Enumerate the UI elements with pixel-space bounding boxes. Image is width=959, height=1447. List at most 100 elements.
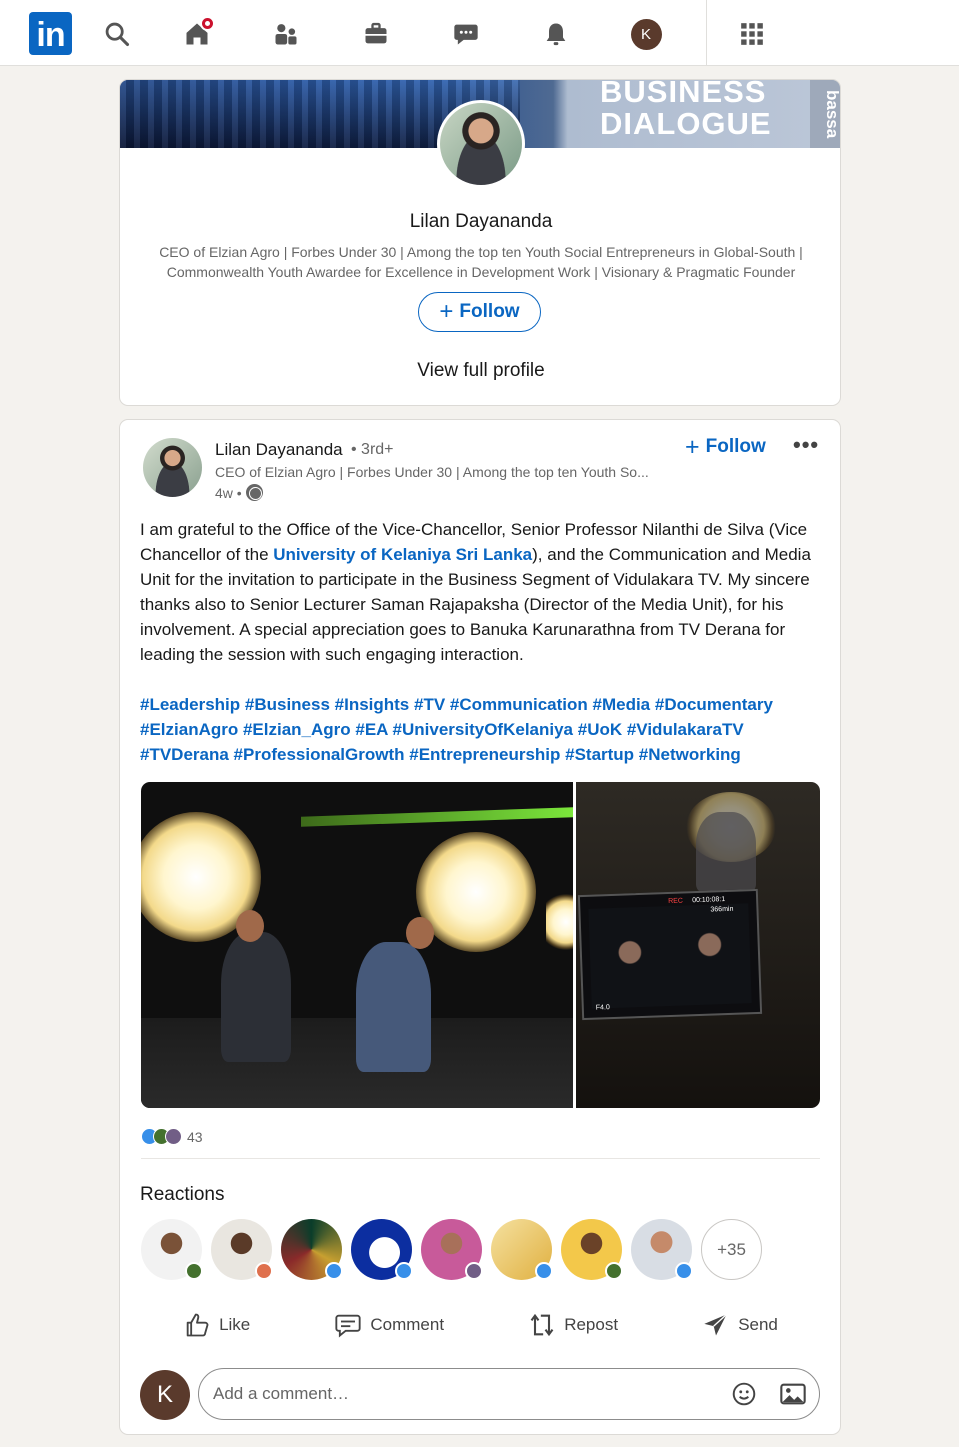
apps-grid-icon[interactable] [732, 14, 772, 54]
send-label: Send [738, 1315, 778, 1334]
view-full-profile-link[interactable]: View full profile [120, 360, 840, 382]
repost-label: Repost [564, 1315, 619, 1334]
banner-side-text: bassa [810, 80, 840, 148]
nav-divider [706, 0, 707, 66]
banner-text-line1: BUSINESS [600, 80, 767, 109]
top-nav: in K [0, 0, 959, 66]
banner-text: BUSINESS DIALOGUE [600, 80, 772, 140]
blurred-person [696, 812, 756, 892]
me-menu[interactable]: K [626, 14, 666, 54]
notifications-icon[interactable] [536, 14, 576, 54]
reactor-avatar[interactable] [281, 1219, 343, 1280]
person-right-head [406, 917, 434, 949]
reactor-avatar[interactable] [351, 1219, 413, 1280]
post-time-text: 4w • [215, 484, 242, 501]
profile-photo[interactable] [437, 100, 525, 188]
monitor-screen [588, 903, 752, 1009]
post-timestamp: 4w • [215, 484, 263, 501]
post-text: I am grateful to the Office of the Vice-… [140, 517, 820, 667]
send-button[interactable]: Send [702, 1300, 778, 1350]
comment-button[interactable]: Comment [334, 1300, 444, 1350]
network-icon[interactable] [266, 14, 306, 54]
globe-icon [245, 484, 263, 501]
profile-headline-line2: Commonwealth Youth Awardee for Excellenc… [166, 264, 796, 280]
home-icon[interactable] [177, 14, 217, 54]
plus-icon: + [685, 433, 700, 461]
hashtags-line2[interactable]: #ElzianAgro #Elzian_Agro #EA #University… [140, 717, 820, 742]
like-label: Like [219, 1315, 251, 1334]
celebrate-reaction-icon [605, 1262, 623, 1280]
university-mention-link[interactable]: University of Kelaniya Sri Lanka [273, 545, 532, 564]
follow-label: Follow [705, 436, 766, 457]
reactor-avatar[interactable] [631, 1219, 693, 1280]
insightful-reaction-icon [465, 1262, 483, 1280]
celebrate-reaction-icon [185, 1262, 203, 1280]
divider [141, 1158, 820, 1159]
profile-name[interactable]: Lilan Dayananda [120, 211, 840, 233]
post-author-avatar[interactable] [143, 438, 202, 497]
linkedin-logo[interactable]: in [29, 12, 72, 55]
post-image-studio[interactable] [141, 782, 573, 1108]
like-reaction-icon [395, 1262, 413, 1280]
post-author-name[interactable]: Lilan Dayananda [215, 440, 343, 460]
messaging-icon[interactable] [446, 14, 486, 54]
post-hashtags[interactable]: #Leadership #Business #Insights #TV #Com… [140, 692, 820, 767]
reactor-avatar[interactable] [141, 1219, 203, 1280]
comment-icon [335, 1314, 361, 1338]
profile-card: BUSINESS DIALOGUE bassa Lilan Dayananda … [119, 79, 841, 406]
repost-button[interactable]: Repost [528, 1300, 618, 1350]
studio-lamp-right [416, 832, 536, 952]
notification-badge [200, 16, 215, 31]
comment-input[interactable] [213, 1369, 713, 1419]
emoji-icon[interactable] [731, 1381, 757, 1407]
jobs-icon[interactable] [356, 14, 396, 54]
studio-lamp-edge [546, 892, 573, 952]
fstop: F4.0 [595, 1004, 610, 1012]
image-icon[interactable] [779, 1381, 807, 1407]
reactor-avatar[interactable] [561, 1219, 623, 1280]
search-icon[interactable] [97, 14, 137, 54]
studio-green-light [301, 807, 573, 827]
reactor-avatar[interactable] [491, 1219, 553, 1280]
like-reaction-icon [325, 1262, 343, 1280]
profile-headline-line1: CEO of Elzian Agro | Forbes Under 30 | A… [159, 244, 803, 260]
reaction-summary[interactable]: 43 [141, 1128, 203, 1145]
hashtags-line3[interactable]: #TVDerana #ProfessionalGrowth #Entrepren… [140, 742, 820, 767]
connection-degree: • 3rd+ [351, 441, 394, 458]
thumbs-up-icon [186, 1313, 209, 1337]
remaining-time: 366min [710, 905, 734, 914]
reactor-avatar[interactable] [211, 1219, 273, 1280]
repost-icon [530, 1313, 554, 1337]
rec-indicator: REC [668, 897, 684, 906]
plus-icon: + [439, 298, 454, 325]
person-left [221, 932, 291, 1062]
camera-monitor: REC 00:10:08:1 366min F4.0 [577, 888, 763, 1021]
like-reaction-icon [675, 1262, 693, 1280]
post-card: Lilan Dayananda • 3rd+ CEO of Elzian Agr… [119, 419, 841, 1435]
post-follow-button[interactable]: + Follow [685, 433, 766, 461]
send-icon [704, 1313, 728, 1336]
love-reaction-icon [255, 1262, 273, 1280]
commenter-avatar: K [140, 1370, 190, 1420]
insightful-reaction-icon [165, 1128, 182, 1145]
reaction-count: 43 [187, 1128, 203, 1145]
person-left-head [236, 910, 264, 942]
comment-label: Comment [370, 1315, 445, 1334]
post-image-camera[interactable]: REC 00:10:08:1 366min F4.0 [576, 782, 820, 1108]
me-avatar: K [630, 18, 662, 50]
reactor-avatar[interactable] [421, 1219, 483, 1280]
post-author-headline: CEO of Elzian Agro | Forbes Under 30 | A… [215, 464, 649, 480]
like-button[interactable]: Like [183, 1300, 250, 1350]
profile-headline: CEO of Elzian Agro | Forbes Under 30 | A… [130, 242, 832, 282]
follow-label: Follow [459, 301, 520, 322]
hashtags-line1[interactable]: #Leadership #Business #Insights #TV #Com… [140, 692, 820, 717]
comment-box [198, 1368, 820, 1420]
timecode: 00:10:08:1 [692, 896, 726, 905]
more-options-icon[interactable]: ••• [793, 432, 819, 458]
reactions-title: Reactions [140, 1184, 225, 1205]
person-right [356, 942, 431, 1072]
more-reactors-button[interactable]: +35 [701, 1219, 762, 1280]
like-reaction-icon [535, 1262, 553, 1280]
banner-text-line2: DIALOGUE [600, 106, 772, 141]
profile-follow-button[interactable]: + Follow [418, 292, 541, 332]
